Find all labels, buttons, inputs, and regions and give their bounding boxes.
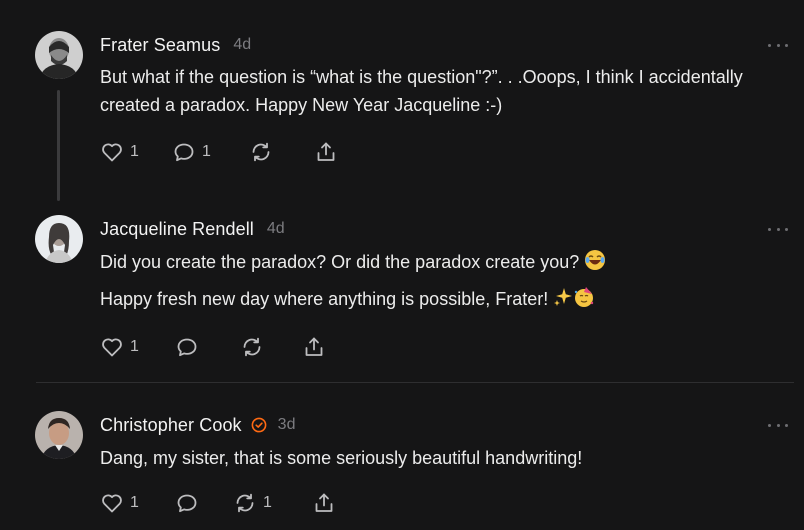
- like-button[interactable]: 1: [100, 140, 139, 164]
- share-button[interactable]: [312, 491, 336, 515]
- comment-header: Christopher Cook 3d: [100, 414, 295, 436]
- like-count: 1: [130, 494, 139, 511]
- comment-paragraph: Did you create the paradox? Or did the p…: [100, 248, 780, 276]
- comment-icon: [174, 143, 194, 162]
- restack-button[interactable]: [249, 140, 279, 164]
- avatar[interactable]: [35, 215, 83, 263]
- restack-icon: [252, 142, 270, 162]
- heart-icon: [102, 143, 122, 162]
- restack-button[interactable]: 1: [233, 491, 272, 515]
- avatar[interactable]: [35, 411, 83, 459]
- like-count: 1: [130, 338, 139, 355]
- comment-paragraph: Dang, my sister, that is some seriously …: [100, 448, 583, 468]
- avatar[interactable]: [35, 31, 83, 79]
- verified-badge-icon: [251, 417, 267, 433]
- author-name[interactable]: Jacqueline Rendell: [100, 219, 254, 240]
- comment-header: Frater Seamus 4d: [100, 34, 251, 56]
- timestamp[interactable]: 3d: [278, 416, 296, 434]
- more-options-icon[interactable]: [768, 224, 788, 234]
- reply-count: 1: [202, 143, 211, 160]
- timestamp[interactable]: 4d: [233, 36, 251, 54]
- comment-body: Dang, my sister, that is some seriously …: [100, 444, 780, 472]
- comment-icon: [177, 338, 197, 357]
- share-icon: [305, 337, 323, 356]
- comment-paragraph: Happy fresh new day where anything is po…: [100, 285, 780, 313]
- share-icon: [317, 142, 335, 161]
- author-name[interactable]: Christopher Cook: [100, 415, 242, 436]
- share-button[interactable]: [314, 140, 338, 164]
- comment-header: Jacqueline Rendell 4d: [100, 218, 285, 240]
- restack-button[interactable]: [240, 335, 270, 359]
- comment-icon: [177, 494, 197, 513]
- timestamp[interactable]: 4d: [267, 220, 285, 238]
- reply-button[interactable]: [175, 491, 205, 515]
- comment-body: But what if the question is “what is the…: [100, 63, 780, 119]
- share-icon: [315, 493, 333, 512]
- comment-divider: [36, 382, 794, 383]
- restack-count: 1: [263, 494, 272, 511]
- paragraph-text: Happy fresh new day where anything is po…: [100, 289, 549, 309]
- party-face-emoji: [575, 287, 594, 307]
- restack-icon: [243, 337, 261, 357]
- comment-body: Did you create the paradox? Or did the p…: [100, 248, 780, 313]
- comment-paragraph: But what if the question is “what is the…: [100, 67, 743, 115]
- sparkles-emoji: [554, 288, 573, 306]
- like-button[interactable]: 1: [100, 491, 139, 515]
- heart-icon: [102, 338, 122, 357]
- thread-line: [57, 90, 60, 201]
- reply-button[interactable]: [175, 335, 205, 359]
- heart-icon: [102, 494, 122, 513]
- more-options-icon[interactable]: [768, 40, 788, 50]
- like-button[interactable]: 1: [100, 335, 139, 359]
- more-options-icon[interactable]: [768, 420, 788, 430]
- restack-icon: [236, 493, 254, 513]
- author-name[interactable]: Frater Seamus: [100, 35, 220, 56]
- laughing-tears-emoji: [585, 250, 606, 270]
- paragraph-text: Did you create the paradox? Or did the p…: [100, 252, 580, 272]
- share-button[interactable]: [302, 335, 326, 359]
- reply-button[interactable]: 1: [172, 140, 211, 164]
- like-count: 1: [130, 143, 139, 160]
